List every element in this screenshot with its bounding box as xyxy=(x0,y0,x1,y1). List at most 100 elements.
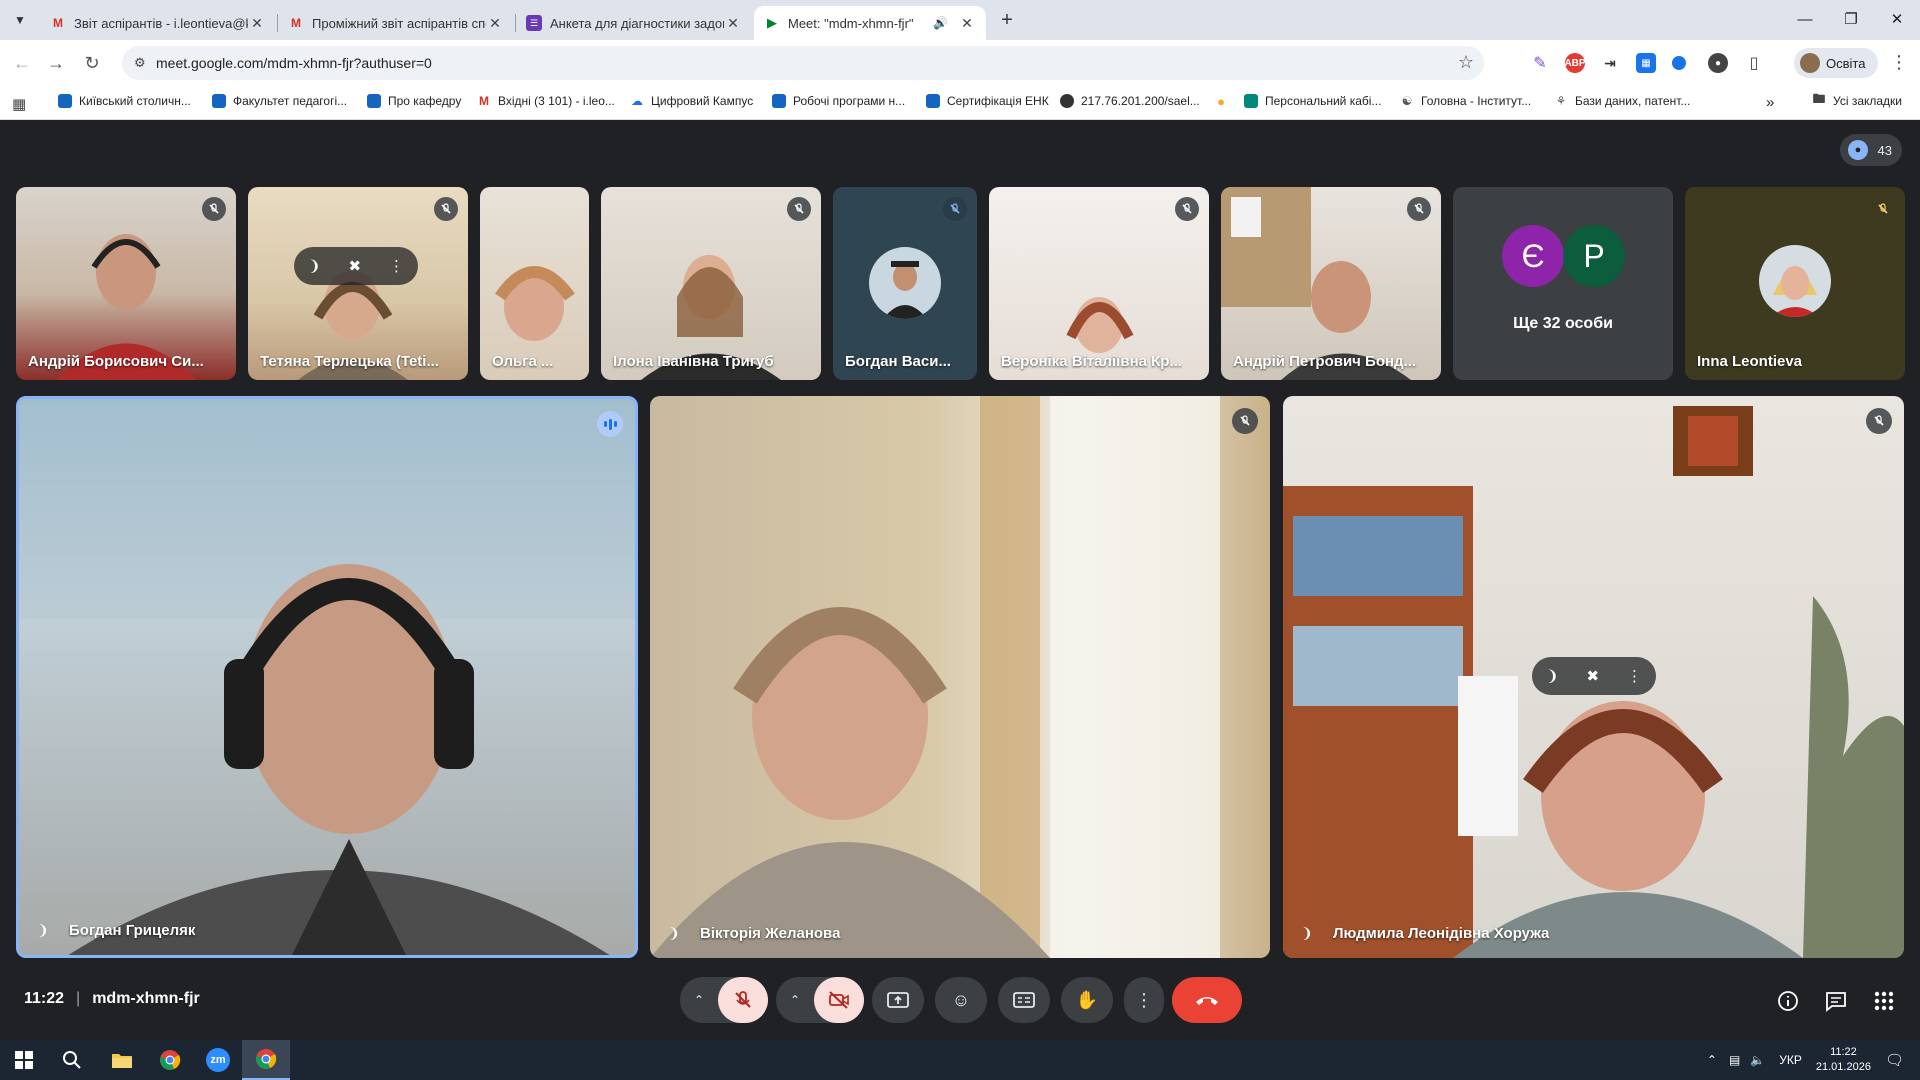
captions-button[interactable] xyxy=(998,977,1050,1023)
participant-tile[interactable]: Ілона Іванівна Тригуб xyxy=(601,187,821,380)
mic-off-icon xyxy=(735,991,751,1008)
tab-search-chevron-icon[interactable]: ▼ xyxy=(8,8,32,32)
pin-icon[interactable]: ❩ xyxy=(668,925,680,942)
back-button[interactable]: ← xyxy=(8,49,36,77)
restore-button[interactable]: ❐ xyxy=(1828,6,1874,34)
tab-gmail-interim-report[interactable]: M Проміжний звіт аспірантів спе ✕ xyxy=(278,6,514,40)
chrome-taskbar-button[interactable] xyxy=(146,1040,194,1080)
tab-google-meet[interactable]: ▶ Meet: "mdm-xhmn-fjr" 🔊 ✕ xyxy=(754,6,986,40)
mic-off-icon xyxy=(1175,197,1199,221)
folder-icon xyxy=(112,1054,132,1068)
chat-button[interactable] xyxy=(1822,987,1850,1015)
bookmark-item[interactable]: ☯ Головна - Інститут... xyxy=(1400,94,1532,108)
windows-start-button[interactable] xyxy=(0,1040,48,1080)
forward-button[interactable]: → xyxy=(42,49,70,77)
participant-tile[interactable]: ❩ ✖ ⋮ Тетяна Терлецька (Teti... xyxy=(248,187,468,380)
taskbar-search-button[interactable] xyxy=(48,1040,96,1080)
participant-tile-main[interactable]: ❩ Богдан Грицеляк xyxy=(16,396,638,958)
tab-google-form[interactable]: ☰ Анкета для діагностики задово ✕ xyxy=(516,6,752,40)
more-options-icon[interactable]: ⋮ xyxy=(1627,667,1642,685)
pen-extension-icon[interactable]: ✎ xyxy=(1530,53,1550,73)
zoom-taskbar-button[interactable]: zm xyxy=(194,1040,242,1080)
speaker-icon[interactable]: 🔊 xyxy=(933,16,948,30)
participant-tile[interactable]: Inna Leontieva xyxy=(1685,187,1905,380)
pin-icon[interactable]: ❩ xyxy=(1301,925,1313,942)
participant-video xyxy=(650,396,1220,958)
vpn-extension-icon[interactable]: ● xyxy=(1708,53,1728,73)
pin-icon[interactable]: ❩ xyxy=(308,257,321,275)
leave-call-button[interactable] xyxy=(1172,977,1242,1023)
meeting-details-button[interactable] xyxy=(1774,987,1802,1015)
apps-grid-icon[interactable]: ▦ xyxy=(12,95,26,113)
bookmark-item[interactable]: Факультет педагогі... xyxy=(212,94,347,108)
toggle-camera-button[interactable] xyxy=(814,977,864,1023)
participant-tile[interactable]: Богдан Васи... xyxy=(833,187,977,380)
present-screen-button[interactable] xyxy=(872,977,924,1023)
bookmark-item[interactable]: 217.76.201.200/sael... xyxy=(1060,94,1200,108)
video-options-chevron-icon[interactable]: ⌃ xyxy=(790,993,800,1007)
unpin-icon[interactable]: ❩ xyxy=(1546,667,1559,685)
bookmark-star-icon[interactable]: ☆ xyxy=(1458,52,1474,73)
meeting-code[interactable]: mdm-xhmn-fjr xyxy=(92,990,200,1008)
tab-close-icon[interactable]: ✕ xyxy=(724,15,742,32)
bookmark-item[interactable]: Персональний кабі... xyxy=(1244,94,1381,108)
calendar-extension-icon[interactable]: ▦ xyxy=(1636,53,1656,73)
blue-dot-extension-icon[interactable] xyxy=(1672,56,1686,70)
bookmark-item[interactable]: Про кафедру xyxy=(367,94,461,108)
more-options-icon[interactable]: ⋮ xyxy=(389,257,404,275)
participant-tile[interactable]: Ольга ... xyxy=(480,187,589,380)
adblock-plus-icon[interactable]: ABP xyxy=(1564,53,1586,73)
translate-extension-icon[interactable]: ⇥ xyxy=(1600,53,1620,73)
bookmark-item[interactable]: Робочі програми н... xyxy=(772,94,905,108)
pin-icon[interactable]: ❩ xyxy=(37,922,49,939)
participant-tile[interactable]: Андрій Петрович Бонд... xyxy=(1221,187,1441,380)
url-text[interactable]: meet.google.com/mdm-xhmn-fjr?authuser=0 xyxy=(156,55,432,71)
extensions-puzzle-icon[interactable]: ▯ xyxy=(1744,53,1764,73)
close-window-button[interactable]: ✕ xyxy=(1874,6,1920,34)
participant-name: Inna Leontieva xyxy=(1697,353,1803,370)
more-options-button[interactable]: ⋮ xyxy=(1124,977,1164,1023)
participant-tile[interactable]: Вероніка Віталіївна Кр... xyxy=(989,187,1209,380)
file-explorer-button[interactable] xyxy=(98,1040,146,1080)
bookmark-item[interactable]: ⚘ Бази даних, патент... xyxy=(1554,94,1691,108)
tab-close-icon[interactable]: ✕ xyxy=(958,15,976,32)
chrome-active-window-button[interactable] xyxy=(242,1040,290,1080)
participant-count-badge[interactable]: ● 43 xyxy=(1840,134,1902,166)
tab-close-icon[interactable]: ✕ xyxy=(486,15,504,32)
participant-tile-main[interactable]: ❩ Вікторія Желанова xyxy=(650,396,1270,958)
toggle-microphone-button[interactable] xyxy=(718,977,768,1023)
minimize-button[interactable]: — xyxy=(1782,6,1828,34)
all-bookmarks-button[interactable]: 🖿 Усі закладки xyxy=(1812,91,1902,108)
reactions-button[interactable]: ☺ xyxy=(935,977,987,1023)
taskbar-clock[interactable]: 11:22 21.01.2026 xyxy=(1816,1045,1871,1075)
volume-icon[interactable]: 🔈 xyxy=(1750,1053,1765,1067)
shield-icon xyxy=(772,94,786,108)
participant-tile[interactable]: Андрій Борисович Си... xyxy=(16,187,236,380)
bookmark-item[interactable]: ● xyxy=(1214,94,1235,109)
network-icon[interactable]: ▤ xyxy=(1729,1053,1740,1067)
tab-gmail-report[interactable]: M Звіт аспірантів - i.leontieva@ku ✕ xyxy=(40,6,276,40)
reload-button[interactable]: ↻ xyxy=(78,49,106,77)
mute-participant-icon[interactable]: ✖ xyxy=(348,257,361,275)
tab-close-icon[interactable]: ✕ xyxy=(248,15,266,32)
participant-video xyxy=(495,266,575,341)
bookmark-item[interactable]: Сертифікація ЕНК xyxy=(926,94,1049,108)
bookmark-item[interactable]: ☁ Цифровий Кампус xyxy=(630,94,753,108)
notifications-icon[interactable]: 🗨 xyxy=(1885,1051,1904,1069)
tray-overflow-chevron-icon[interactable]: ⌃ xyxy=(1707,1053,1717,1067)
mute-participant-icon[interactable]: ✖ xyxy=(1586,667,1599,685)
new-tab-button[interactable]: + xyxy=(994,8,1020,34)
audio-options-chevron-icon[interactable]: ⌃ xyxy=(694,993,704,1007)
participant-tile-main[interactable]: ❩ ✖ ⋮ ❩ Людмила Леонідівна Хоружа xyxy=(1283,396,1904,958)
site-info-icon[interactable]: ⚙ xyxy=(134,55,146,71)
raise-hand-button[interactable]: ✋ xyxy=(1061,977,1113,1023)
more-participants-tile[interactable]: Є Р Ще 32 особи xyxy=(1453,187,1673,380)
profile-button[interactable]: Освіта xyxy=(1794,48,1878,78)
bookmark-item[interactable]: Київський столичн... xyxy=(58,94,191,108)
browser-menu-icon[interactable]: ⋮ xyxy=(1890,52,1908,73)
bookmark-item[interactable]: M Вхідні (3 101) - i.leo... xyxy=(477,94,615,108)
address-bar[interactable]: ⚙ meet.google.com/mdm-xhmn-fjr?authuser=… xyxy=(122,46,1484,80)
activities-button[interactable] xyxy=(1870,987,1898,1015)
bookmarks-overflow-chevron-icon[interactable]: » xyxy=(1766,94,1774,111)
input-language-indicator[interactable]: УКР xyxy=(1779,1053,1802,1067)
